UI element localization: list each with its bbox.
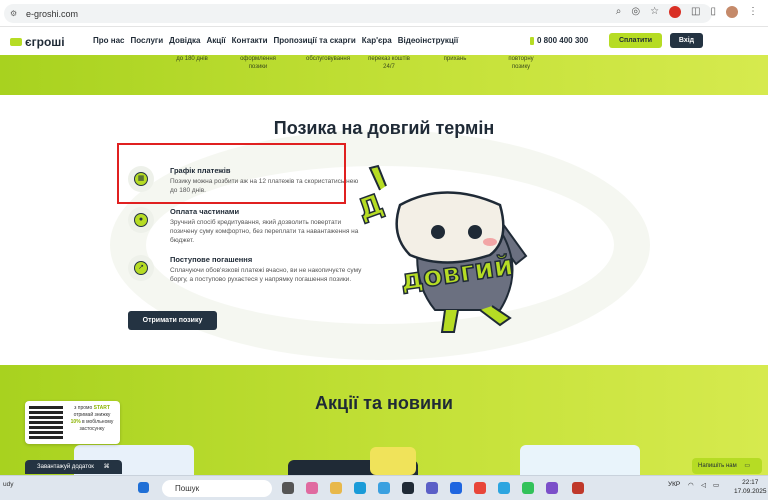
promo-discount: 10% bbox=[70, 419, 81, 425]
benefits-band: до 180 днів оформлення позики обслуговув… bbox=[0, 55, 768, 95]
dropbox-icon[interactable] bbox=[450, 482, 462, 494]
star-icon[interactable]: ☆ bbox=[650, 6, 659, 18]
app-l-icon[interactable] bbox=[402, 482, 414, 494]
promo-code: START bbox=[93, 405, 110, 411]
file-explorer-icon[interactable] bbox=[330, 482, 342, 494]
weather-widget[interactable]: udy bbox=[3, 481, 13, 488]
language-indicator[interactable]: УКР bbox=[668, 481, 680, 488]
toolbar-icons: ⌕ ◎ ☆ ◫ ▯ ⋮ bbox=[616, 6, 758, 18]
extensions-puzzle-icon[interactable]: ◫ bbox=[691, 6, 700, 18]
mascot-illustration: Д довгий bbox=[352, 164, 528, 333]
feature-title: Оплата частинами bbox=[170, 207, 240, 216]
login-button[interactable]: Вхід bbox=[670, 33, 703, 48]
wifi-icon[interactable]: ◠ bbox=[688, 481, 694, 489]
phone-icon bbox=[530, 36, 534, 45]
news-card-2-image bbox=[370, 447, 416, 475]
viber-icon[interactable] bbox=[546, 482, 558, 494]
search-label: Пошук bbox=[175, 484, 200, 493]
growth-chart-icon: ↗ bbox=[128, 255, 154, 281]
battery-icon[interactable]: ▭ bbox=[713, 481, 719, 489]
nav-about[interactable]: Про нас bbox=[93, 36, 124, 45]
section-title-loan: Позика на довгий термін bbox=[273, 118, 495, 138]
browser-toolbar: ⚙ e-groshi.com ⌕ ◎ ☆ ◫ ▯ ⋮ bbox=[0, 0, 768, 27]
nav-feedback[interactable]: Пропозиції та скарги bbox=[273, 36, 355, 45]
clock-date: 17.09.2025 bbox=[734, 488, 767, 495]
nav-help[interactable]: Довідка bbox=[169, 36, 200, 45]
site-info-icon[interactable]: ⚙ bbox=[10, 9, 20, 19]
logo-mark-icon bbox=[10, 38, 22, 46]
benefit-repeat-line2: позику bbox=[511, 63, 531, 70]
sidebar-icon[interactable]: ▯ bbox=[710, 6, 716, 18]
download-app-bar[interactable]: Завантажуй додаток ⌘ bbox=[25, 460, 122, 474]
logo-text: єгроші bbox=[25, 35, 65, 49]
piggy-bank-icon: ● bbox=[128, 207, 154, 233]
taskbar: udy Пошук УКР ◠ ◁ ▭ 22:17 17.09.2025 bbox=[0, 475, 768, 500]
copilot-icon[interactable] bbox=[306, 482, 318, 494]
download-app-label: Завантажуй додаток bbox=[37, 464, 94, 470]
benefit-term-text: до 180 днів bbox=[176, 56, 208, 62]
benefit-repeat: повторну позику bbox=[502, 56, 540, 71]
nav-contacts[interactable]: Контакти bbox=[232, 36, 268, 45]
chat-bubble-icon: ▭ bbox=[744, 463, 751, 469]
opera-icon[interactable] bbox=[572, 482, 584, 494]
chat-button[interactable]: Напишіть нам ▭ bbox=[692, 458, 762, 474]
benefit-service: обслуговування bbox=[300, 56, 356, 64]
teams-icon[interactable] bbox=[426, 482, 438, 494]
promo-text: з промо START отримай знижку 10% в мобіл… bbox=[67, 405, 117, 433]
benefit-application: оформлення позики bbox=[235, 56, 281, 71]
store-icon[interactable] bbox=[378, 482, 390, 494]
whatsapp-icon[interactable] bbox=[522, 482, 534, 494]
feature-text: Зручний спосіб кредитування, який дозвол… bbox=[170, 219, 359, 244]
nav-services[interactable]: Послуги bbox=[130, 36, 163, 45]
profile-avatar[interactable] bbox=[726, 6, 738, 18]
clock[interactable]: 22:17 17.09.2025 bbox=[734, 478, 767, 496]
phone-link[interactable]: 0 800 400 300 bbox=[530, 36, 588, 45]
get-loan-button[interactable]: Отримати позику bbox=[128, 311, 217, 330]
benefit-approval-text: прихань bbox=[443, 56, 467, 62]
main-nav: Про нас Послуги Довідка Акції Контакти П… bbox=[93, 36, 458, 45]
edge-icon[interactable] bbox=[354, 482, 366, 494]
chat-label: Напишіть нам bbox=[698, 463, 737, 469]
taskbar-search[interactable]: Пошук bbox=[162, 480, 272, 497]
eye-off-icon[interactable]: ◎ bbox=[631, 6, 640, 18]
promo-line2: отримай знижку bbox=[73, 412, 111, 418]
benefit-term: до 180 днів bbox=[170, 56, 214, 64]
telegram-icon[interactable] bbox=[498, 482, 510, 494]
benefit-approval: прихань bbox=[437, 56, 473, 64]
feature-title: Поступове погашення bbox=[170, 255, 253, 264]
benefit-service-text: обслуговування bbox=[306, 56, 350, 62]
nav-video[interactable]: Відеоінструкції bbox=[398, 36, 458, 45]
qr-code[interactable] bbox=[29, 405, 63, 439]
clock-time: 22:17 bbox=[742, 479, 759, 486]
feature-text: Сплачуючи обов'язкові платежі вчасно, ви… bbox=[170, 267, 362, 283]
close-icon[interactable]: ⌘ bbox=[104, 464, 110, 470]
promo-line1: з промо bbox=[74, 405, 93, 411]
logo[interactable]: єгроші bbox=[10, 35, 65, 49]
address-bar[interactable]: ⚙ e-groshi.com bbox=[4, 4, 712, 23]
benefit-application-line2: позики bbox=[248, 63, 268, 70]
nav-promos[interactable]: Акції bbox=[207, 36, 226, 45]
extension-icon[interactable] bbox=[669, 6, 682, 18]
chrome-icon[interactable] bbox=[474, 482, 486, 494]
pay-button[interactable]: Сплатити bbox=[609, 33, 662, 48]
highlight-box bbox=[117, 143, 346, 204]
promo-line3: в мобільному застосунку bbox=[79, 419, 114, 432]
benefit-transfer-line1: переказ коштів bbox=[368, 56, 410, 62]
url-text: e-groshi.com bbox=[26, 8, 79, 19]
nav-career[interactable]: Кар'єра bbox=[362, 36, 392, 45]
task-view-icon[interactable] bbox=[282, 482, 294, 494]
volume-icon[interactable]: ◁ bbox=[701, 481, 706, 489]
benefit-transfer: переказ коштів 24/7 bbox=[364, 56, 414, 71]
svg-text:Д: Д bbox=[353, 187, 388, 227]
windows-start-icon[interactable] bbox=[138, 482, 149, 493]
zoom-icon[interactable]: ⌕ bbox=[616, 6, 622, 18]
phone-number: 0 800 400 300 bbox=[537, 36, 589, 45]
benefit-repeat-line1: повторну bbox=[508, 56, 534, 62]
benefit-application-line1: оформлення bbox=[240, 56, 276, 62]
menu-kebab-icon[interactable]: ⋮ bbox=[748, 6, 758, 18]
benefit-transfer-line2: 24/7 bbox=[383, 63, 395, 70]
promo-popup[interactable]: з промо START отримай знижку 10% в мобіл… bbox=[25, 401, 120, 444]
